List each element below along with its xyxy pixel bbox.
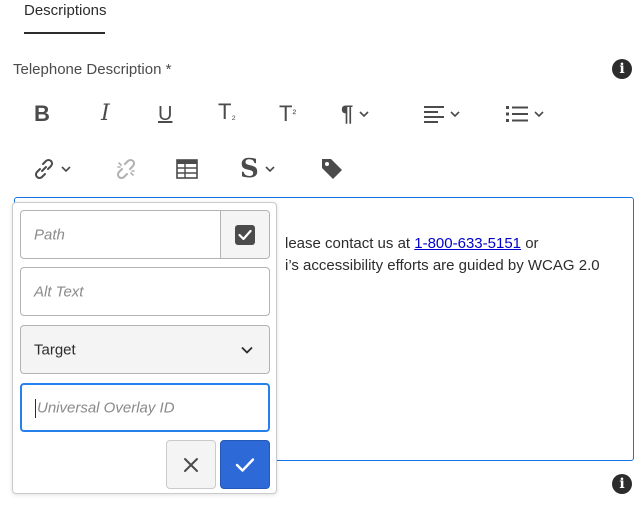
path-browse-button[interactable] [220, 211, 269, 258]
bold-icon: B [34, 101, 50, 126]
style-icon: S [240, 154, 259, 184]
tag-button[interactable] [320, 154, 344, 184]
close-icon [184, 457, 198, 472]
editor-content: lease contact us at 1-800-633-5151 or i’… [285, 233, 630, 277]
alt-text-input[interactable]: Alt Text [20, 267, 270, 316]
path-input[interactable]: Path [20, 210, 270, 259]
editor-line-1: lease contact us at 1-800-633-5151 or [285, 233, 630, 255]
chevron-down-icon [359, 111, 369, 117]
list-icon [506, 106, 528, 122]
table-icon [176, 159, 198, 179]
italic-icon: I [101, 101, 110, 126]
superscript-icon: T² [279, 103, 296, 125]
editor-text-segment: or [525, 235, 539, 252]
alt-text-placeholder: Alt Text [34, 283, 84, 300]
unlink-icon [116, 158, 136, 180]
tab-descriptions[interactable]: Descriptions [24, 2, 107, 19]
tag-icon [322, 159, 342, 179]
link-icon [34, 158, 54, 180]
style-dropdown[interactable]: S [240, 154, 275, 184]
subscript-icon: T₂ [218, 101, 236, 127]
editor-text-segment: lease contact us at [285, 235, 411, 252]
link-dropdown[interactable] [33, 154, 71, 184]
paragraph-format-dropdown[interactable]: ¶ [341, 99, 369, 129]
chevron-down-icon [61, 166, 71, 172]
field-label: Telephone Description * [13, 61, 172, 78]
chevron-down-icon [534, 111, 544, 117]
underline-icon: U [158, 103, 173, 125]
path-placeholder: Path [34, 226, 65, 243]
info-icon[interactable]: i [612, 474, 632, 494]
superscript-letter: T [279, 101, 293, 126]
subscript-button[interactable]: T₂ [218, 99, 236, 129]
link-dialog: Path Alt Text Target Universal Overlay I… [12, 202, 277, 494]
unlink-button[interactable] [115, 154, 137, 184]
cancel-button[interactable] [166, 440, 216, 489]
bold-button[interactable]: B [34, 99, 50, 129]
chevron-down-icon [241, 346, 253, 353]
superscript-button[interactable]: T² [279, 99, 296, 129]
info-icon[interactable]: i [612, 59, 632, 79]
active-tab-indicator [24, 32, 105, 34]
subscript-letter: T [218, 99, 232, 124]
text-caret [35, 399, 36, 418]
overlay-placeholder: Universal Overlay ID [37, 399, 175, 416]
target-value: Target [34, 341, 76, 358]
subscript-mark: ₂ [231, 110, 236, 122]
paragraph-format-icon: ¶ [341, 101, 354, 126]
italic-button[interactable]: I [101, 99, 110, 129]
target-select[interactable]: Target [20, 325, 270, 374]
tab-bar: Descriptions [0, 0, 643, 36]
align-left-icon [424, 106, 444, 123]
confirm-button[interactable] [220, 440, 270, 489]
list-dropdown[interactable] [506, 99, 544, 129]
editor-line-2: i’s accessibility efforts are guided by … [285, 257, 600, 274]
chevron-down-icon [265, 166, 275, 172]
superscript-mark: ² [292, 108, 297, 120]
checkbox-icon [235, 224, 255, 245]
checkmark-icon [235, 457, 255, 472]
chevron-down-icon [450, 111, 460, 117]
table-button[interactable] [176, 154, 198, 184]
underline-button[interactable]: U [158, 99, 172, 129]
phone-link[interactable]: 1-800-633-5151 [414, 235, 521, 252]
universal-overlay-id-input[interactable]: Universal Overlay ID [20, 383, 270, 432]
align-dropdown[interactable] [424, 99, 460, 129]
